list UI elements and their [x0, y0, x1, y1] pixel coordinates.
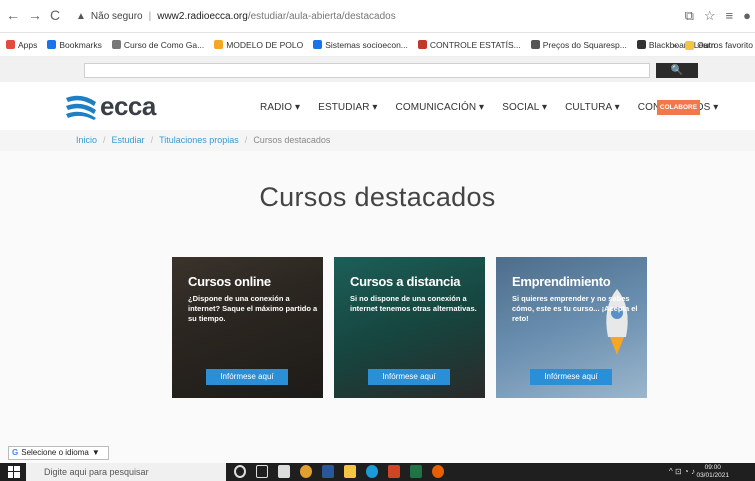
bookmark-label: Sistemas socioecon...	[325, 39, 408, 50]
security-label: Não seguro	[90, 10, 143, 22]
clock[interactable]: 09:00 03/01/2021	[696, 464, 729, 480]
cortana-icon[interactable]	[234, 465, 246, 478]
back-button[interactable]: ←	[6, 7, 20, 23]
url-path: /estudiar/aula-abierta/destacados	[247, 10, 396, 22]
bookmarks-bar: Apps Bookmarks Curso de Como Ga... MODEL…	[0, 33, 755, 57]
bookmark-favicon	[530, 40, 540, 49]
address-bar[interactable]: ▲ Não seguro | www2.radioecca.org /estud…	[76, 6, 636, 26]
url-host: www2.radioecca.org	[157, 10, 248, 22]
taskbar-apps	[234, 465, 444, 478]
reload-button[interactable]: C	[50, 7, 60, 23]
forward-button[interactable]: →	[28, 7, 42, 23]
folder-icon	[685, 40, 695, 50]
bookmark-favicon	[636, 40, 646, 49]
edge-icon[interactable]	[366, 465, 378, 478]
breadcrumb-separator: /	[103, 135, 106, 145]
task-view-icon[interactable]	[256, 465, 268, 478]
site-search-button[interactable]: 🔍	[656, 63, 698, 78]
url-separator: |	[148, 10, 152, 22]
language-label: Selecione o idioma	[21, 448, 89, 457]
card-emprendimiento[interactable]: Emprendimiento Si quieres emprender y no…	[496, 257, 647, 398]
card-description: ¿Dispone de una conexión a internet? Saq…	[188, 294, 318, 323]
store-icon[interactable]	[278, 465, 290, 478]
bookmark-favicon	[111, 40, 121, 49]
menu-estudiar[interactable]: ESTUDIAR ▾	[318, 102, 377, 113]
clock-date: 03/01/2021	[696, 472, 729, 479]
bookmark-bookmarks[interactable]: Bookmarks	[47, 40, 102, 50]
bookmarks-overflow: » Outros favorito	[673, 40, 753, 50]
card-title: Cursos online	[188, 274, 271, 289]
bookmark-precos[interactable]: Preços do Squaresp...	[530, 39, 627, 50]
breadcrumb: Inicio / Estudiar / Titulaciones propias / Cur…	[0, 130, 755, 151]
bookmark-label: Bookmarks	[59, 39, 102, 50]
site-search-input[interactable]	[84, 63, 650, 78]
system-tray[interactable]: ^ ⊡ ◔ ♪	[669, 467, 695, 476]
bookmark-apps[interactable]: Apps	[6, 40, 37, 50]
clock-time: 09:00	[704, 464, 721, 471]
waves-icon	[66, 95, 96, 120]
star-icon[interactable]: ☆	[704, 8, 716, 24]
star-icon	[47, 40, 57, 49]
breadcrumb-estudiar[interactable]: Estudiar	[112, 135, 145, 145]
page-title: Cursos destacados	[259, 182, 496, 212]
windows-taskbar: Digite aqui para pesquisar ^ ⊡ ◔ ♪ 09:00…	[0, 463, 755, 481]
bookmark-favicon	[313, 40, 323, 49]
apps-grid-icon	[6, 40, 15, 49]
ecca-logo[interactable]: ecca	[64, 91, 156, 122]
card-title: Cursos a distancia	[350, 274, 461, 289]
excel-icon[interactable]	[410, 465, 422, 478]
bookmark-label: MODELO DE POLO	[226, 39, 304, 50]
card-description: Si quieres emprender y no sabes cómo, es…	[512, 294, 638, 323]
bookmark-modelo[interactable]: MODELO DE POLO	[214, 40, 303, 50]
breadcrumb-inicio[interactable]: Inicio	[76, 135, 97, 145]
browser-toolbar: ← → C ▲ Não seguro | www2.radioecca.org …	[0, 0, 755, 33]
word-icon[interactable]	[322, 465, 334, 478]
language-selector[interactable]: G Selecione o idioma ▼	[8, 446, 109, 460]
card-cursos-online[interactable]: Cursos online ¿Dispone de una conexión a…	[172, 257, 323, 398]
bookmark-favicon	[214, 40, 224, 49]
translate-icon[interactable]: ⧉	[685, 8, 694, 24]
windows-start-icon[interactable]	[8, 466, 20, 478]
google-icon: G	[12, 448, 19, 457]
card-description: Si no dispone de una conexión a internet…	[350, 294, 477, 313]
other-favorites[interactable]: Outros favorito	[685, 40, 753, 50]
menu-cultura[interactable]: CULTURA ▾	[565, 102, 620, 113]
profile-icon[interactable]: ●	[743, 8, 751, 24]
bookmark-favicon	[417, 40, 427, 49]
breadcrumb-current: Cursos destacados	[253, 135, 331, 145]
card-title: Emprendimiento	[512, 274, 611, 289]
menu-comunicacion[interactable]: COMUNICACIÓN ▾	[396, 102, 485, 113]
breadcrumb-titulaciones[interactable]: Titulaciones propias	[159, 135, 239, 145]
bookmark-controle[interactable]: CONTROLE ESTATÍS...	[417, 39, 521, 50]
menu-radio[interactable]: RADIO ▾	[260, 102, 300, 113]
breadcrumb-separator: /	[150, 135, 154, 145]
chrome-icon[interactable]	[300, 465, 312, 478]
card-info-button[interactable]: Infórmese aquí	[368, 369, 450, 385]
firefox-icon[interactable]	[432, 465, 444, 478]
other-favorites-label: Outros favorito	[697, 40, 753, 50]
taskbar-search-input[interactable]: Digite aqui para pesquisar	[26, 463, 226, 481]
main-menu: RADIO ▾ ESTUDIAR ▾ COMUNICACIÓN ▾ SOCIAL…	[260, 102, 718, 113]
more-bookmarks-button[interactable]: »	[673, 40, 678, 50]
card-info-button[interactable]: Infórmese aquí	[206, 369, 288, 385]
bookmark-label: Preços do Squaresp...	[542, 39, 627, 50]
breadcrumb-separator: /	[244, 135, 248, 145]
bookmark-label: CONTROLE ESTATÍS...	[429, 39, 521, 50]
bookmark-label: Apps	[18, 39, 38, 50]
card-cursos-distancia[interactable]: Cursos a distancia Si no dispone de una …	[334, 257, 485, 398]
colabore-button[interactable]: COLABORE	[657, 100, 700, 115]
explorer-icon[interactable]	[344, 465, 356, 478]
bookmark-label: Curso de Como Ga...	[123, 39, 205, 50]
logo-text: ecca	[100, 91, 156, 121]
bookmark-sistemas[interactable]: Sistemas socioecon...	[313, 40, 408, 50]
nav-buttons: ← → C	[6, 7, 60, 23]
powerpoint-icon[interactable]	[388, 465, 400, 478]
menu-social[interactable]: SOCIAL ▾	[502, 102, 547, 113]
chevron-down-icon: ▼	[91, 448, 100, 457]
bookmark-curso[interactable]: Curso de Como Ga...	[111, 39, 205, 50]
playlist-icon[interactable]: ≡	[726, 8, 734, 24]
browser-actions: ⧉ ☆ ≡ ●	[685, 8, 751, 24]
warning-icon: ▲	[76, 10, 86, 22]
card-info-button[interactable]: Infórmese aquí	[530, 369, 612, 385]
